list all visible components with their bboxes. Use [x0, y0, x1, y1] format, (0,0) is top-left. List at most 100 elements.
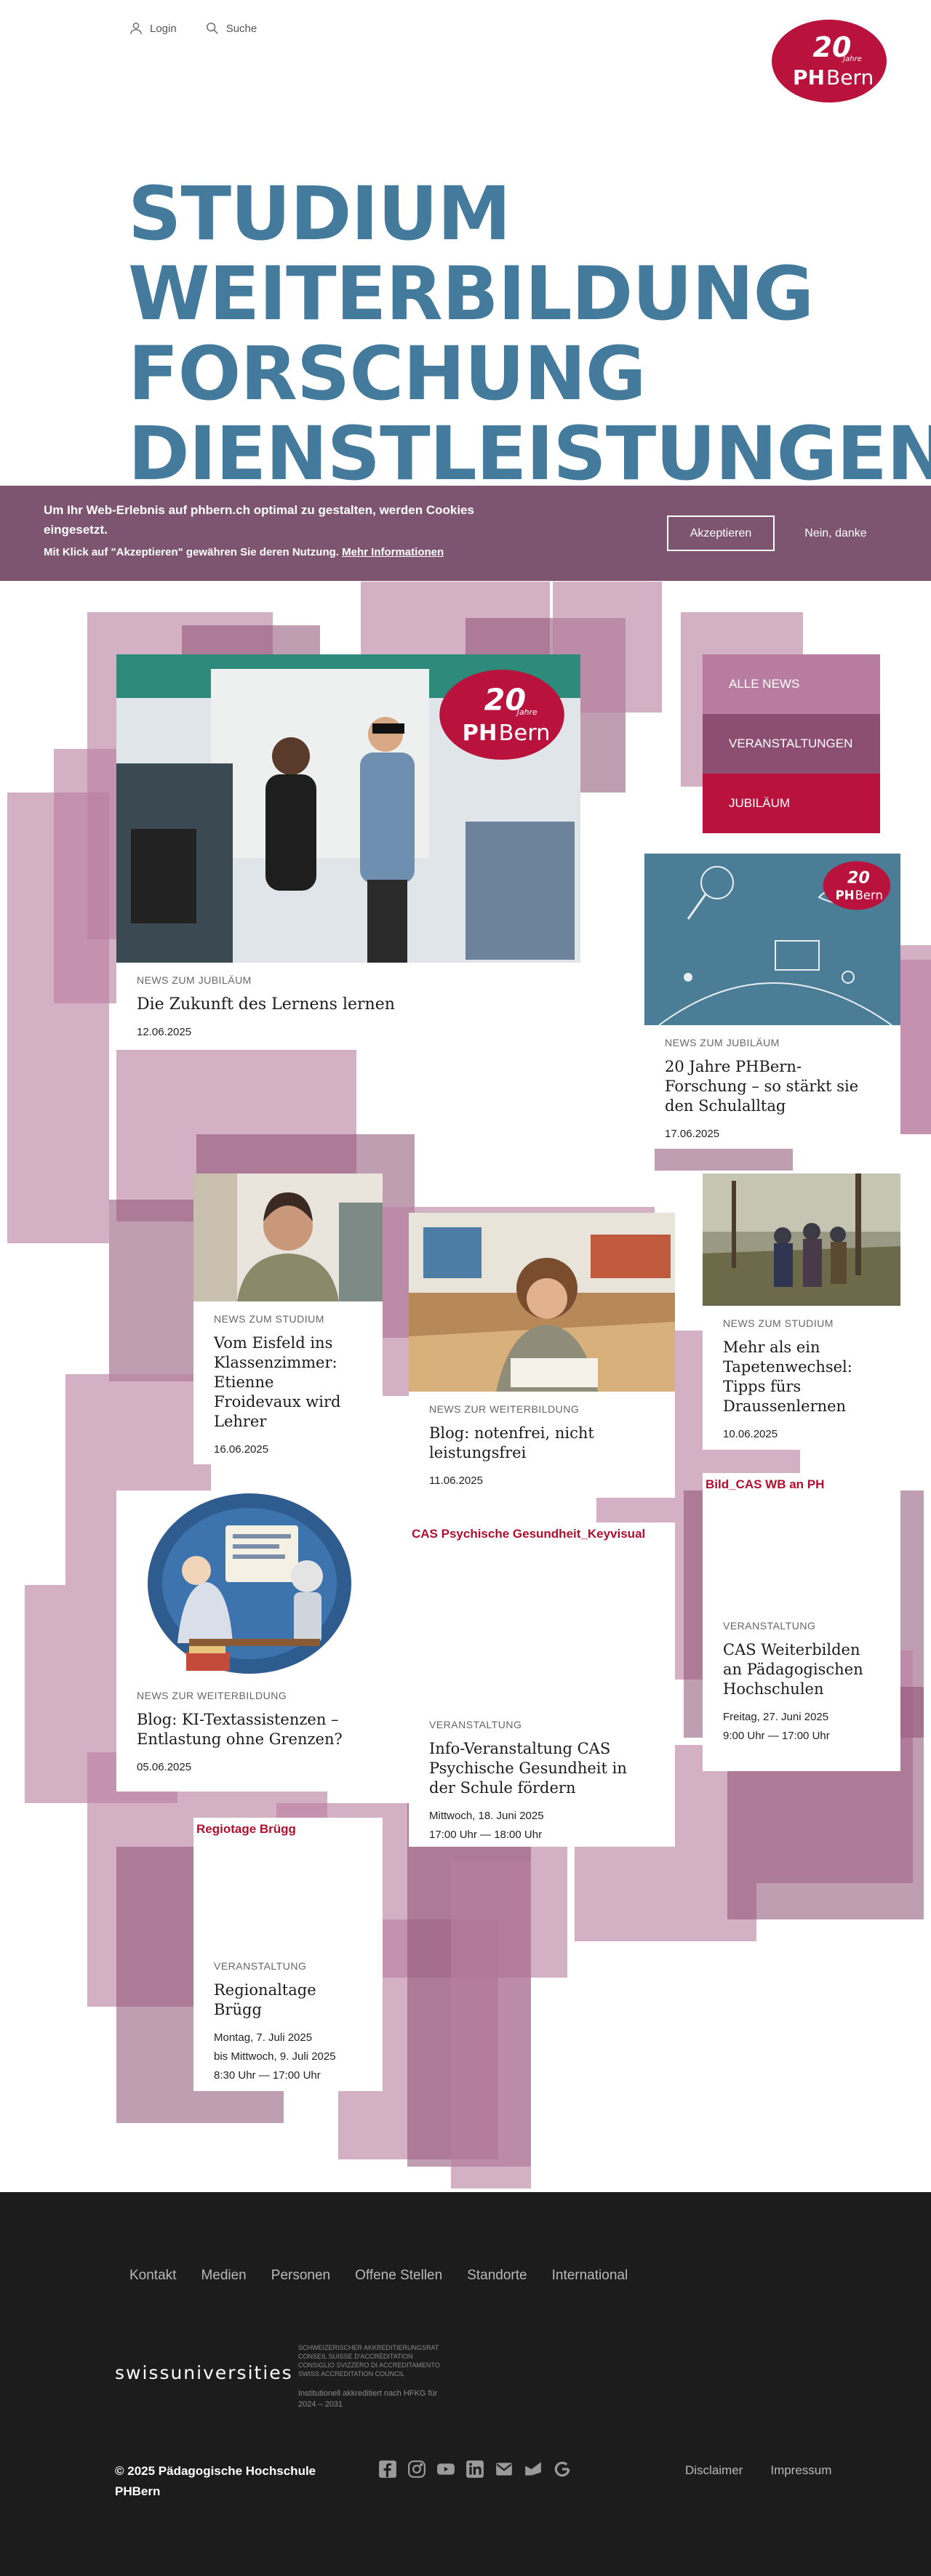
cookie-text: Um Ihr Web-Erlebnis auf phbern.ch optima… — [44, 503, 474, 537]
user-icon — [130, 23, 142, 35]
accreditation-line: SCHWEIZERISCHER AKKREDITIERUNGSRAT — [298, 2344, 439, 2351]
footer-link-standorte[interactable]: Standorte — [467, 2268, 527, 2284]
card-title[interactable]: Vom Eisfeld ins Klassenzimmer: Etienne F… — [214, 1333, 362, 1432]
card-image — [193, 1173, 383, 1301]
card-title[interactable]: Blog: notenfrei, nicht leistungsfrei — [429, 1424, 655, 1463]
linkedin-icon[interactable] — [466, 2460, 484, 2479]
copyright: © 2025 Pädagogische Hochschule PHBern — [115, 2461, 316, 2502]
hero-line-forschung[interactable]: FORSCHUNG — [128, 334, 931, 414]
blog-icon[interactable] — [524, 2460, 543, 2479]
card-date: 12.06.2025 — [137, 1026, 192, 1038]
cookie-more-info-link[interactable]: Mehr Informationen — [342, 546, 444, 558]
card-title[interactable]: 20 Jahre PHBern-Forschung – so stärkt si… — [665, 1057, 880, 1116]
card-image-placeholder: Bild_CAS WB an PH — [703, 1473, 900, 1608]
card-category: NEWS ZUR WEITERBILDUNG — [429, 1403, 580, 1415]
accreditation-line: CONSIGLIO SVIZZERO DI ACCREDITAMENTO — [298, 2362, 440, 2369]
footer-link-personen[interactable]: Personen — [271, 2268, 330, 2284]
card-date: 17.06.2025 — [665, 1128, 720, 1140]
card-date: Mittwoch, 18. Juni 2025 — [429, 1810, 544, 1822]
news-card[interactable]: NEWS ZUM STUDIUM Vom Eisfeld ins Klassen… — [193, 1173, 383, 1464]
card-title[interactable]: Blog: KI-Textassistenzen – Entlastung oh… — [137, 1710, 362, 1749]
facebook-icon[interactable] — [378, 2460, 397, 2479]
instagram-icon[interactable] — [407, 2460, 426, 2479]
card-image-placeholder: Regiotage Brügg — [193, 1818, 383, 1949]
card-image: 20 Jahre PH Bern — [116, 654, 580, 963]
filter-veranstaltungen[interactable]: VERANSTALTUNGEN — [703, 714, 880, 774]
accreditation-line: SWISS ACCREDITATION COUNCIL — [298, 2370, 405, 2378]
news-card[interactable]: NEWS ZUM STUDIUM Mehr als ein Tapetenwec… — [703, 1173, 900, 1450]
youtube-icon[interactable] — [436, 2460, 455, 2479]
legal-links: Disclaimer Impressum — [685, 2463, 831, 2478]
jubilee-badge-icon: 20 Jahre PH Bern — [439, 670, 564, 760]
card-category: NEWS ZUM STUDIUM — [723, 1317, 834, 1329]
card-time: 17:00 Uhr — 18:00 Uhr — [429, 1829, 543, 1841]
portrait-photo — [193, 1173, 383, 1301]
card-image — [409, 1213, 675, 1392]
event-card[interactable]: CAS Psychische Gesundheit_Keyvisual VERA… — [409, 1522, 675, 1847]
card-category: VERANSTALTUNG — [429, 1719, 522, 1730]
news-card[interactable]: NEWS ZUR WEITERBILDUNG Blog: KI-Textassi… — [116, 1490, 383, 1791]
phbern-logo[interactable]: 20 Jahre PH Bern — [771, 19, 887, 103]
card-title[interactable]: Mehr als ein Tapetenwechsel: Tipps fürs … — [723, 1338, 880, 1416]
svg-text:Jahre: Jahre — [516, 707, 538, 717]
ai-assistant-illustration — [116, 1490, 383, 1678]
utility-nav: Login Suche — [129, 22, 257, 35]
card-title[interactable]: Regionaltage Brügg — [214, 1981, 362, 2020]
filter-alle-news[interactable]: ALLE NEWS — [703, 654, 880, 714]
news-card[interactable]: NEWS ZUR WEITERBILDUNG Blog: notenfrei, … — [409, 1213, 675, 1498]
card-time: 9:00 Uhr — 17:00 Uhr — [723, 1730, 830, 1742]
footer-link-international[interactable]: International — [552, 2268, 628, 2284]
hero-line-studium[interactable]: STUDIUM — [128, 174, 931, 254]
hero-line-weiterbildung[interactable]: WEITERBILDUNG — [128, 254, 931, 334]
search-link[interactable]: Suche — [206, 22, 257, 35]
login-link[interactable]: Login — [129, 22, 177, 35]
news-card[interactable]: 20 Jahre PH Bern NEWS ZUM JUBILÄUM Die Z… — [116, 654, 580, 1050]
event-card[interactable]: Regiotage Brügg VERANSTALTUNG Regionalta… — [193, 1818, 383, 2091]
classroom-photo — [409, 1213, 675, 1392]
card-category: NEWS ZUR WEITERBILDUNG — [137, 1690, 287, 1701]
copyright-line: © 2025 Pädagogische Hochschule — [115, 2464, 316, 2478]
card-image — [116, 1490, 383, 1678]
image-alt-text: Bild_CAS WB an PH — [706, 1477, 825, 1491]
event-card[interactable]: Bild_CAS WB an PH VERANSTALTUNG CAS Weit… — [703, 1473, 900, 1771]
card-date: 10.06.2025 — [723, 1428, 778, 1440]
cookie-deny-button[interactable]: Nein, danke — [789, 515, 882, 551]
card-category: NEWS ZUM JUBILÄUM — [137, 974, 252, 986]
cookie-sub-label: Mit Klick auf "Akzeptieren" gewähren Sie… — [44, 546, 339, 558]
svg-text:Jahre: Jahre — [842, 55, 862, 63]
swissuniversities-logo[interactable]: swissuniversities — [115, 2362, 293, 2383]
cookie-banner: Um Ihr Web-Erlebnis auf phbern.ch optima… — [0, 486, 931, 581]
card-title[interactable]: Info-Veranstaltung CAS Psychische Gesund… — [429, 1739, 655, 1798]
card-date: Freitag, 27. Juni 2025 — [723, 1711, 829, 1723]
newsletter-icon[interactable] — [495, 2460, 514, 2479]
card-category: VERANSTALTUNG — [723, 1620, 816, 1632]
card-date: 11.06.2025 — [429, 1474, 483, 1487]
accreditation-line: CONSEIL SUISSE D'ACCRÉDITATION — [298, 2353, 413, 2360]
hero-headline: STUDIUM WEITERBILDUNG FORSCHUNG DIENSTLE… — [128, 174, 931, 494]
outdoor-group-photo — [703, 1173, 900, 1306]
google-icon[interactable] — [553, 2460, 572, 2479]
news-card[interactable]: 20 PH Bern NEWS ZUM JUBILÄUM 20 Jahre PH… — [644, 854, 900, 1149]
accreditation-note: Institutionell akkreditiert nach HFKG fü… — [298, 2389, 438, 2409]
card-date: 16.06.2025 — [214, 1443, 269, 1456]
hero-line-dienstleistungen[interactable]: DIENSTLEISTUNGEN — [128, 414, 931, 494]
svg-text:PH: PH — [836, 888, 855, 902]
svg-text:PH: PH — [463, 721, 498, 746]
card-date: 05.06.2025 — [137, 1761, 192, 1773]
card-title[interactable]: Die Zukunft des Lernens lernen — [137, 995, 560, 1014]
card-title[interactable]: CAS Weiterbilden an Pädagogischen Hochsc… — [723, 1640, 880, 1699]
svg-text:PH: PH — [793, 65, 825, 89]
filter-jubilaeum[interactable]: JUBILÄUM — [703, 774, 880, 833]
search-icon — [206, 23, 218, 34]
impressum-link[interactable]: Impressum — [770, 2463, 831, 2478]
card-image: 20 PH Bern — [644, 854, 900, 1025]
cookie-accept-button[interactable]: Akzeptieren — [667, 515, 775, 551]
cookie-subtext: Mit Klick auf "Akzeptieren" gewähren Sie… — [44, 546, 444, 558]
disclaimer-link[interactable]: Disclaimer — [685, 2463, 743, 2478]
footer-link-kontakt[interactable]: Kontakt — [129, 2268, 176, 2284]
footer-link-offene-stellen[interactable]: Offene Stellen — [355, 2268, 442, 2284]
card-date-end: bis Mittwoch, 9. Juli 2025 — [214, 2050, 336, 2063]
card-time: 8:30 Uhr — 17:00 Uhr — [214, 2069, 321, 2082]
card-category: NEWS ZUM JUBILÄUM — [665, 1037, 780, 1048]
footer-link-medien[interactable]: Medien — [201, 2268, 246, 2284]
